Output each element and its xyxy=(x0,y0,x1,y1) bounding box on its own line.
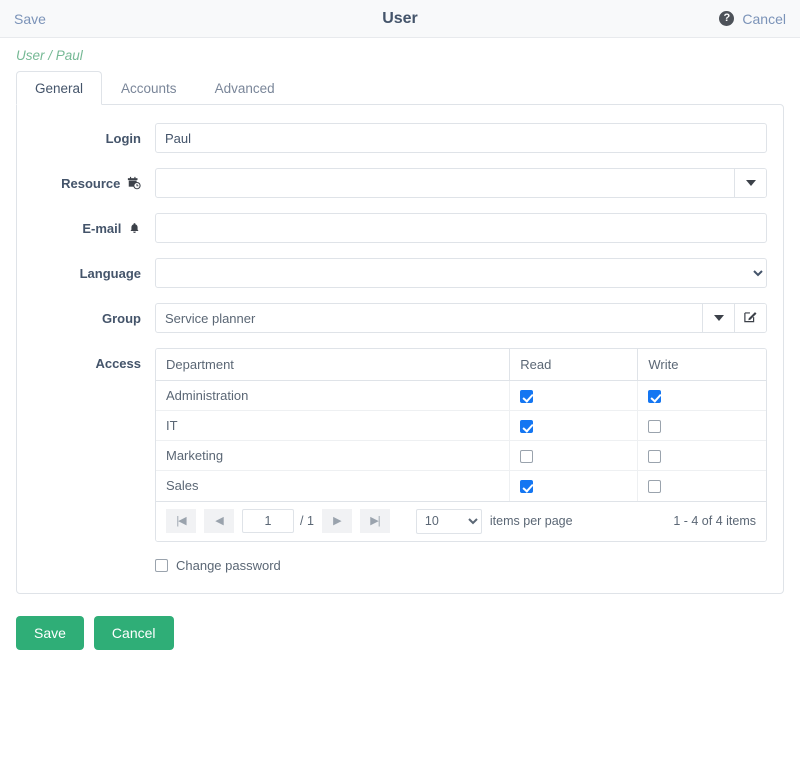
change-password-row: Change password xyxy=(155,558,767,573)
cell-department: Sales xyxy=(156,470,511,501)
field-row-language: Language xyxy=(17,258,767,288)
cell-department: IT xyxy=(156,410,511,442)
resource-input[interactable] xyxy=(156,169,734,197)
items-per-page-label: items per page xyxy=(489,514,573,529)
cell-department: Marketing xyxy=(156,440,511,472)
cell-write xyxy=(637,410,766,442)
cell-read xyxy=(509,440,639,472)
write-checkbox[interactable] xyxy=(648,420,662,434)
pager-range-label: 1 - 4 of 4 items xyxy=(673,514,756,529)
column-header-department: Department xyxy=(156,349,511,381)
group-value[interactable]: Service planner xyxy=(156,304,702,332)
read-checkbox[interactable] xyxy=(520,390,534,404)
email-label-text: E-mail xyxy=(82,221,122,236)
access-label: Access xyxy=(95,356,141,371)
table-header-row: Department Read Write xyxy=(156,349,766,381)
cell-read xyxy=(509,470,639,501)
cell-department: Administration xyxy=(156,380,511,412)
bell-icon xyxy=(128,222,141,238)
field-row-access: Access Department Read Write Administrat… xyxy=(17,348,767,573)
page-total-label: / 1 xyxy=(300,514,314,529)
email-label: E-mail xyxy=(17,213,155,238)
cell-write xyxy=(637,440,766,472)
table-row: Marketing xyxy=(156,440,766,472)
resource-label-text: Resource xyxy=(61,176,121,191)
write-checkbox[interactable] xyxy=(648,480,662,494)
language-field-wrap xyxy=(155,258,767,288)
save-button[interactable]: Save xyxy=(16,615,84,650)
last-page-icon: ▶| xyxy=(370,514,380,527)
topbar-right-group: ? Cancel xyxy=(719,11,786,27)
language-label: Language xyxy=(79,266,141,281)
write-checkbox[interactable] xyxy=(648,450,662,464)
cell-read xyxy=(509,410,639,442)
last-page-button[interactable]: ▶| xyxy=(359,509,390,534)
general-tab-panel: Login Resource xyxy=(16,104,784,594)
edit-pencil-icon xyxy=(743,309,758,327)
access-table-head: Department Read Write xyxy=(156,349,766,381)
cell-read xyxy=(509,380,639,412)
email-field-wrap xyxy=(155,213,767,243)
field-row-login: Login xyxy=(17,123,767,153)
next-page-button[interactable]: ▶ xyxy=(321,509,352,534)
change-password-checkbox[interactable] xyxy=(155,558,168,572)
resource-label: Resource xyxy=(17,168,155,193)
access-field-wrap: Department Read Write Administration IT xyxy=(155,348,767,573)
group-dropdown-button[interactable] xyxy=(702,304,734,332)
tab-accounts[interactable]: Accounts xyxy=(102,71,196,105)
topbar-cancel-link[interactable]: Cancel xyxy=(742,11,786,27)
breadcrumb[interactable]: User / Paul xyxy=(0,38,800,71)
tab-bar: General Accounts Advanced xyxy=(0,71,800,105)
field-row-group: Group Service planner xyxy=(17,303,767,333)
read-checkbox[interactable] xyxy=(520,480,534,494)
write-checkbox[interactable] xyxy=(648,390,662,404)
access-table-body: Administration IT Marketing Sales xyxy=(156,380,766,501)
first-page-button[interactable]: |◀ xyxy=(166,509,196,534)
prev-page-icon: ◀ xyxy=(215,514,224,527)
language-select[interactable] xyxy=(155,258,767,288)
login-input[interactable] xyxy=(155,123,767,153)
group-combo: Service planner xyxy=(155,303,767,333)
access-table: Department Read Write Administration IT xyxy=(156,349,766,501)
column-header-write: Write xyxy=(637,349,766,381)
tab-general[interactable]: General xyxy=(16,71,103,105)
form-actions: Save Cancel xyxy=(0,594,800,650)
table-row: Sales xyxy=(156,470,766,501)
page-number-input[interactable] xyxy=(242,509,294,534)
email-input[interactable] xyxy=(155,213,767,243)
field-row-resource: Resource xyxy=(17,168,767,198)
chevron-down-icon xyxy=(713,315,724,321)
page-title: User xyxy=(382,9,418,27)
access-grid: Department Read Write Administration IT xyxy=(155,348,767,542)
login-label: Login xyxy=(105,131,141,146)
read-checkbox[interactable] xyxy=(520,420,534,434)
change-password-label: Change password xyxy=(176,557,281,573)
group-label: Group xyxy=(102,311,141,326)
cancel-button[interactable]: Cancel xyxy=(93,615,174,650)
column-header-read: Read xyxy=(509,349,639,381)
group-field-wrap: Service planner xyxy=(155,303,767,333)
login-field-wrap xyxy=(155,123,767,153)
cell-write xyxy=(638,471,766,501)
resource-combo xyxy=(155,168,767,198)
help-icon[interactable]: ? xyxy=(719,11,735,26)
first-page-icon: |◀ xyxy=(176,514,186,527)
chevron-down-icon xyxy=(745,180,756,186)
next-page-icon: ▶ xyxy=(333,514,342,527)
table-row: IT xyxy=(156,410,766,442)
table-row: Administration xyxy=(156,380,766,412)
group-edit-button[interactable] xyxy=(734,304,766,332)
topbar-save-link[interactable]: Save xyxy=(14,11,46,27)
resource-field-wrap xyxy=(155,168,767,198)
read-checkbox[interactable] xyxy=(520,450,534,464)
top-bar: Save User ? Cancel xyxy=(0,0,800,38)
resource-schedule-icon xyxy=(127,176,141,193)
table-pager: |◀ ◀ / 1 ▶ ▶| 10 items per page 1 - 4 of… xyxy=(156,500,766,541)
tab-advanced[interactable]: Advanced xyxy=(196,71,294,105)
cell-write xyxy=(637,380,766,412)
items-per-page-select[interactable]: 10 xyxy=(415,508,482,534)
prev-page-button[interactable]: ◀ xyxy=(204,509,234,534)
resource-dropdown-button[interactable] xyxy=(734,169,766,197)
field-row-email: E-mail xyxy=(17,213,767,243)
